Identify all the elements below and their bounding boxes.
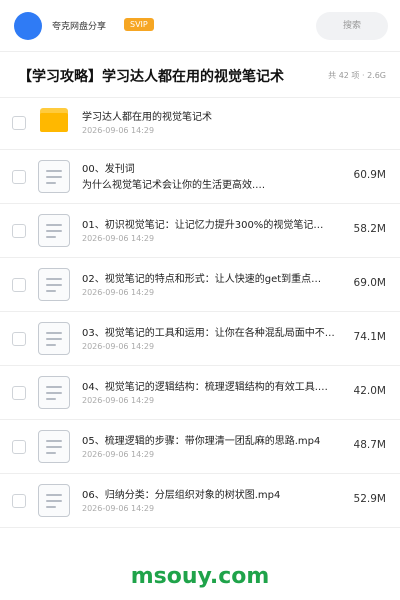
file-date: 2026-09-06 14:29 [82, 126, 155, 135]
select-checkbox[interactable] [12, 170, 26, 184]
file-size: 52.9M [353, 493, 386, 505]
file-size: 74.1M [353, 331, 386, 343]
file-size: 42.0M [353, 385, 386, 397]
search-input[interactable]: 搜索 [316, 12, 388, 40]
file-name: 06、归纳分类：分层组织对象的树状图.mp4 [82, 490, 281, 501]
share-summary: 共 42 项 · 2.6G [328, 71, 386, 80]
select-checkbox[interactable] [12, 332, 26, 346]
select-checkbox[interactable] [12, 494, 26, 508]
list-item[interactable]: 01、初识视觉笔记：让记忆力提升300%的视觉笔记… 2026-09-06 14… [0, 204, 400, 258]
list-item[interactable]: 03、视觉笔记的工具和运用：让你在各种混乱局面中不… 2026-09-06 14… [0, 312, 400, 366]
file-name: 01、初识视觉笔记：让记忆力提升300%的视觉笔记… [82, 220, 324, 231]
select-checkbox[interactable] [12, 386, 26, 400]
file-date: 2026-09-06 14:29 [82, 396, 155, 405]
folder-icon [40, 108, 68, 132]
document-icon [38, 160, 70, 193]
document-icon [38, 322, 70, 355]
list-item[interactable]: 02、视觉笔记的特点和形式：让人快速的get到重点… 2026-09-06 14… [0, 258, 400, 312]
list-item[interactable]: 学习达人都在用的视觉笔记术 2026-09-06 14:29 [0, 96, 400, 150]
file-size: 69.0M [353, 277, 386, 289]
watermark-text: msouy.com [130, 564, 270, 589]
select-checkbox[interactable] [12, 116, 26, 130]
avatar[interactable] [14, 12, 42, 40]
file-name: 学习达人都在用的视觉笔记术 [82, 112, 212, 123]
list-item[interactable]: 06、归纳分类：分层组织对象的树状图.mp4 2026-09-06 14:29 … [0, 474, 400, 528]
page-title: 【学习攻略】学习达人都在用的视觉笔记术 [18, 69, 284, 85]
document-icon [38, 484, 70, 517]
file-date: 2026-09-06 14:29 [82, 504, 155, 513]
file-name: 02、视觉笔记的特点和形式：让人快速的get到重点… [82, 274, 322, 285]
list-item[interactable]: 00、发刊词 为什么视觉笔记术会让你的生活更高效.… 60.9M [0, 150, 400, 204]
file-size: 48.7M [353, 439, 386, 451]
file-subtitle: 为什么视觉笔记术会让你的生活更高效.… [82, 180, 266, 191]
file-list: 学习达人都在用的视觉笔记术 2026-09-06 14:29 00、发刊词 为什… [0, 96, 400, 528]
share-header: 【学习攻略】学习达人都在用的视觉笔记术 共 42 项 · 2.6G [0, 52, 400, 98]
top-bar: 夸克网盘分享 SVIP 搜索 [0, 0, 400, 52]
select-checkbox[interactable] [12, 224, 26, 238]
file-date: 2026-09-06 14:29 [82, 450, 155, 459]
file-name: 03、视觉笔记的工具和运用：让你在各种混乱局面中不… [82, 328, 335, 339]
file-name: 05、梳理逻辑的步骤：带你理清一团乱麻的思路.mp4 [82, 436, 321, 447]
document-icon [38, 268, 70, 301]
file-date: 2026-09-06 14:29 [82, 234, 155, 243]
list-item[interactable]: 05、梳理逻辑的步骤：带你理清一团乱麻的思路.mp4 2026-09-06 14… [0, 420, 400, 474]
select-checkbox[interactable] [12, 440, 26, 454]
document-icon [38, 376, 70, 409]
document-icon [38, 430, 70, 463]
file-name: 04、视觉笔记的逻辑结构：梳理逻辑结构的有效工具.… [82, 382, 328, 393]
file-name: 00、发刊词 [82, 164, 135, 175]
file-size: 60.9M [353, 169, 386, 181]
user-name: 夸克网盘分享 [52, 22, 107, 32]
svip-badge: SVIP [124, 18, 154, 31]
select-checkbox[interactable] [12, 278, 26, 292]
file-date: 2026-09-06 14:29 [82, 288, 155, 297]
document-icon [38, 214, 70, 247]
list-item[interactable]: 04、视觉笔记的逻辑结构：梳理逻辑结构的有效工具.… 2026-09-06 14… [0, 366, 400, 420]
file-size: 58.2M [353, 223, 386, 235]
file-date: 2026-09-06 14:29 [82, 342, 155, 351]
